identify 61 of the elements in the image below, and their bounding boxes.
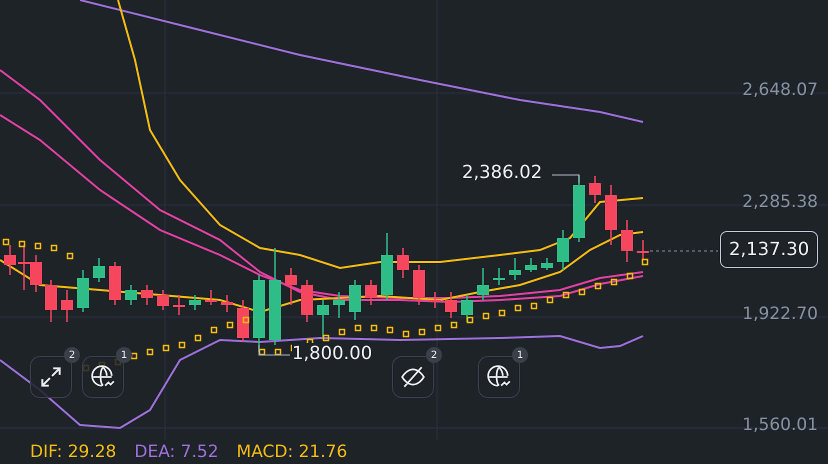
candle [141,285,153,305]
last-price-line [650,250,718,252]
count-badge: 2 [426,347,442,363]
candle [221,295,233,312]
globe-button[interactable] [478,356,520,398]
candle [77,270,89,312]
candle [365,280,377,305]
low-price-label: 1,800.00 [292,343,372,364]
candle [493,268,505,285]
candle [237,300,249,342]
candle [109,262,121,305]
candle [397,248,409,278]
candle [61,290,73,322]
candle [45,280,57,322]
price-axis-label: 1,560.01 [742,415,818,435]
hide-button[interactable] [392,356,434,398]
candle [125,285,137,305]
globe-button[interactable] [82,356,124,398]
candle [509,258,521,280]
candle [285,268,297,305]
count-badge: 1 [116,347,132,363]
price-axis-label: 1,922.70 [742,304,818,324]
candle [18,245,30,290]
candle [189,295,201,310]
leader-line [552,174,580,184]
eye-slash-icon [399,364,427,390]
candle [205,290,217,305]
last-price-tag: 2,137.30 [720,231,818,268]
candle [541,258,553,270]
candle [573,175,585,242]
candle [301,280,313,322]
price-axis-label: 2,285.38 [742,192,818,212]
candle [4,245,16,275]
candle [525,258,537,272]
count-badge: 2 [64,347,80,363]
candle [333,292,345,318]
indicator-value: MACD: 21.76 [236,442,348,462]
candle [445,292,457,318]
candle [429,292,441,308]
expand-button[interactable] [30,356,72,398]
count-badge: 1 [512,347,528,363]
candle [621,220,633,262]
candle [477,268,489,300]
candle [317,300,329,338]
candle [557,230,569,270]
indicator-value: DIF: 29.28 [30,442,116,462]
candle [605,185,617,245]
candle [461,295,473,322]
candle [30,255,42,292]
candle [93,258,105,282]
leader-line [258,344,290,356]
price-axis-label: 2,648.07 [742,80,818,100]
candle [173,295,185,315]
candle [381,233,393,300]
candle [637,240,649,260]
candle [157,290,169,310]
candle [349,280,361,320]
indicator-value: DEA: 7.52 [134,442,219,462]
candle [589,176,601,203]
candle [413,265,425,305]
high-price-label: 2,386.02 [462,162,542,183]
